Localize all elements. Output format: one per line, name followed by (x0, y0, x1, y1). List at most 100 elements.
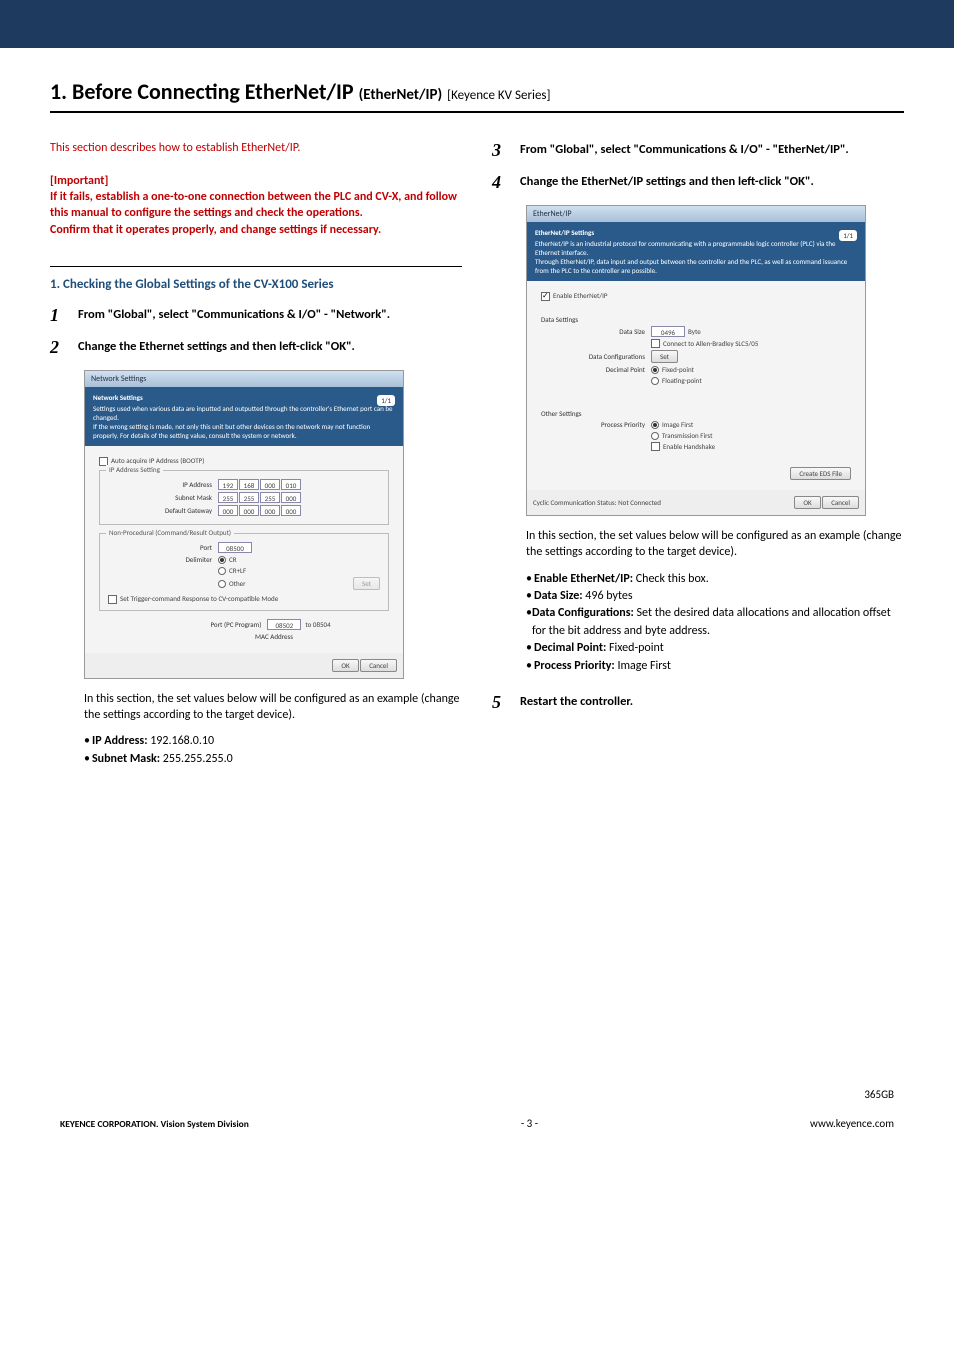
footer-doc-code: 365GB (810, 1088, 894, 1101)
mac-label: MAC Address (189, 632, 299, 641)
ok-button[interactable]: OK (332, 659, 358, 672)
step-4-text: Change the EtherNet/IP settings and then… (520, 173, 814, 191)
gw-octet-4[interactable]: 000 (281, 505, 301, 516)
step-5-text: Restart the controller. (520, 693, 633, 711)
ip-octet-1[interactable]: 192 (218, 479, 238, 490)
datasize-label: Data Size (541, 327, 651, 336)
bullet-conf-label: Data Configurations: (532, 606, 634, 620)
important-label: [Important] (50, 173, 462, 189)
gw-octet-2[interactable]: 000 (239, 505, 259, 516)
cyclic-status: Cyclic Communication Status: Not Connect… (533, 498, 661, 507)
port-input[interactable]: 08500 (218, 542, 252, 553)
decimal-fixed-label: Fixed-point (662, 365, 694, 374)
delimiter-other-radio[interactable] (218, 580, 226, 588)
banner2-text: EtherNet/IP is an industrial protocol fo… (535, 239, 857, 275)
right-column: 3 From "Global", select "Communications … (492, 141, 904, 768)
section-heading: 1. Checking the Global Settings of the C… (50, 277, 462, 292)
mask-octet-3[interactable]: 255 (260, 492, 280, 503)
delimiter-cr-label: CR (229, 555, 237, 564)
pager2-indicator: 1/1 (839, 230, 857, 241)
bullets-right: •Enable EtherNet/IP: Check this box. •Da… (526, 571, 904, 675)
ip-group-title: IP Address Setting (106, 465, 163, 474)
step-1: 1 From "Global", select "Communications … (50, 306, 462, 324)
step-4: 4 Change the EtherNet/IP settings and th… (492, 173, 904, 191)
step-number-2: 2 (50, 338, 68, 356)
bullet-priority-val: Image First (615, 659, 671, 673)
ip-label: IP Address (108, 480, 218, 489)
delimiter-crlf-radio[interactable] (218, 567, 226, 575)
trigger-compat-checkbox[interactable] (108, 595, 117, 604)
delimiter-cr-radio[interactable] (218, 556, 226, 564)
pcport-from[interactable]: 08502 (267, 619, 301, 630)
step-number-4: 4 (492, 173, 510, 191)
priority-trans-label: Transmission First (662, 431, 712, 440)
pcport-to: to 08504 (305, 620, 330, 629)
delimiter-crlf-label: CR+LF (229, 566, 246, 575)
step-number-1: 1 (50, 306, 68, 324)
mask-octet-1[interactable]: 255 (218, 492, 238, 503)
top-banner (0, 0, 954, 48)
banner2-heading: EtherNet/IP Settings (535, 228, 857, 237)
mask-octet-2[interactable]: 255 (239, 492, 259, 503)
other-settings-group: Other Settings Process PriorityImage Fir… (541, 401, 851, 459)
datasize-unit: Byte (688, 327, 701, 336)
mask-octet-4[interactable]: 000 (281, 492, 301, 503)
bullet-ip-val: 192.168.0.10 (148, 734, 215, 748)
create-eds-button[interactable]: Create EDS File (790, 467, 851, 480)
datasize-input[interactable]: 0496 (651, 326, 685, 337)
step-3: 3 From "Global", select "Communications … (492, 141, 904, 159)
left-column: This section describes how to establish … (50, 141, 462, 768)
banner-text: Settings used when various data are inpu… (93, 404, 395, 440)
cancel-button-2[interactable]: Cancel (822, 496, 859, 509)
decimal-float-radio[interactable] (651, 377, 659, 385)
dataconf-set-button[interactable]: Set (651, 350, 678, 363)
dialog-body: Auto acquire IP Address (BOOTP) IP Addre… (85, 446, 403, 653)
gw-label: Default Gateway (108, 506, 218, 515)
bullet-enable-label: Enable EtherNet/IP: (534, 572, 633, 586)
section-divider (50, 266, 462, 267)
np-group-title: Non-Procedural (Command/Result Output) (106, 528, 234, 537)
step-number-3: 3 (492, 141, 510, 159)
bootp-label: Auto acquire IP Address (BOOTP) (111, 456, 204, 465)
connect-ab-checkbox[interactable] (651, 339, 660, 348)
enable-eip-label: Enable EtherNet/IP (553, 291, 607, 300)
ip-octet-3[interactable]: 000 (260, 479, 280, 490)
pcport-label: Port (PC Program) (157, 620, 267, 629)
footer-page-number: - 3 - (521, 1117, 538, 1130)
ip-octet-2[interactable]: 168 (239, 479, 259, 490)
priority-image-radio[interactable] (651, 421, 659, 429)
ip-octet-4[interactable]: 010 (281, 479, 301, 490)
decimal-fixed-radio[interactable] (651, 366, 659, 374)
step-3-text: From "Global", select "Communications & … (520, 141, 849, 159)
important-body: If it fails, establish a one-to-one conn… (50, 189, 462, 238)
step-2-text: Change the Ethernet settings and then le… (78, 338, 355, 356)
gw-octet-3[interactable]: 000 (260, 505, 280, 516)
bullet-decimal-val: Fixed-point (606, 641, 663, 655)
dialog-titlebar: Network Settings (85, 371, 403, 387)
bullet-size-val: 496 bytes (583, 589, 633, 603)
step-1-text: From "Global", select "Communications & … (78, 306, 390, 324)
handshake-checkbox[interactable] (651, 442, 660, 451)
ok-button-2[interactable]: OK (794, 496, 820, 509)
important-note: [Important] If it fails, establish a one… (50, 173, 462, 238)
step-5: 5 Restart the controller. (492, 693, 904, 711)
data-settings-title: Data Settings (541, 315, 611, 324)
gw-octet-1[interactable]: 000 (218, 505, 238, 516)
dialog2-footer: Cyclic Communication Status: Not Connect… (527, 490, 865, 515)
dataconf-label: Data Configurations (541, 352, 651, 361)
title-sub2: [Keyence KV Series] (447, 88, 550, 103)
bullet-ip-label: IP Address: (92, 734, 148, 748)
page-title: 1. Before Connecting EtherNet/IP (EtherN… (50, 78, 904, 113)
bullet-enable-val: Check this box. (633, 572, 709, 586)
data-settings-group: Data Settings Data Size0496Byte Connect … (541, 307, 851, 393)
page-content: 1. Before Connecting EtherNet/IP (EtherN… (0, 48, 954, 1158)
priority-image-label: Image First (662, 420, 693, 429)
priority-trans-radio[interactable] (651, 432, 659, 440)
enable-eip-checkbox[interactable] (541, 292, 550, 301)
delimiter-set-button[interactable]: Set (353, 577, 380, 590)
title-sub1: (EtherNet/IP) (359, 86, 443, 104)
cancel-button[interactable]: Cancel (360, 659, 397, 672)
trigger-compat-label: Set Trigger-command Response to CV-compa… (120, 594, 278, 603)
intro-text: This section describes how to establish … (50, 141, 462, 155)
bullet-decimal-label: Decimal Point: (534, 641, 606, 655)
